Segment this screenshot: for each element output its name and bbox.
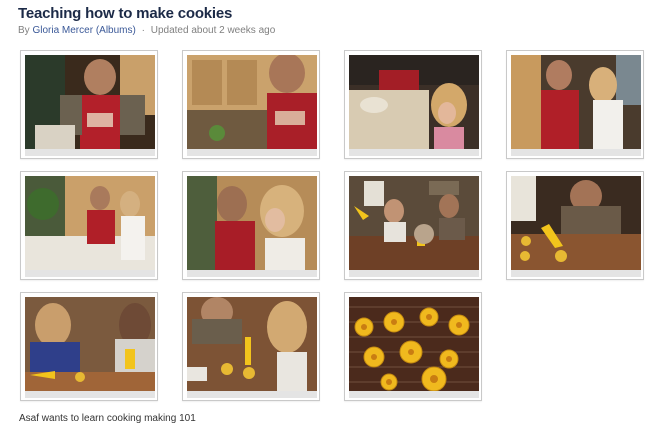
photo-image-3 — [349, 55, 479, 149]
photo-image-7 — [349, 176, 479, 270]
photo-grid — [20, 50, 644, 410]
photo-thumb-1[interactable] — [20, 50, 158, 159]
photo-thumb-3[interactable] — [344, 50, 482, 159]
photo-thumb-7[interactable] — [344, 171, 482, 280]
photo-thumb-11[interactable] — [344, 292, 482, 401]
photo-image-1 — [25, 55, 155, 149]
albums-link[interactable]: (Albums) — [96, 25, 136, 36]
photo-thumb-8[interactable] — [506, 171, 644, 280]
album-title: Teaching how to make cookies — [18, 5, 233, 22]
photo-thumb-9[interactable] — [20, 292, 158, 401]
photo-thumb-6[interactable] — [182, 171, 320, 280]
album-description: Asaf wants to learn cooking making 101 — [19, 413, 196, 424]
photo-image-4 — [511, 55, 641, 149]
by-label: By — [18, 25, 30, 36]
photo-image-10 — [187, 297, 317, 391]
author-link[interactable]: Gloria Mercer — [32, 25, 93, 36]
photo-thumb-4[interactable] — [506, 50, 644, 159]
photo-image-9 — [25, 297, 155, 391]
photo-image-11 — [349, 297, 479, 391]
byline-separator: · — [141, 25, 145, 36]
photo-image-6 — [187, 176, 317, 270]
photo-thumb-2[interactable] — [182, 50, 320, 159]
album-byline: By Gloria Mercer (Albums) · Updated abou… — [18, 25, 275, 36]
photo-image-8 — [511, 176, 641, 270]
photo-image-5 — [25, 176, 155, 270]
photo-thumb-5[interactable] — [20, 171, 158, 280]
updated-text: Updated about 2 weeks ago — [150, 25, 276, 36]
photo-thumb-10[interactable] — [182, 292, 320, 401]
photo-image-2 — [187, 55, 317, 149]
